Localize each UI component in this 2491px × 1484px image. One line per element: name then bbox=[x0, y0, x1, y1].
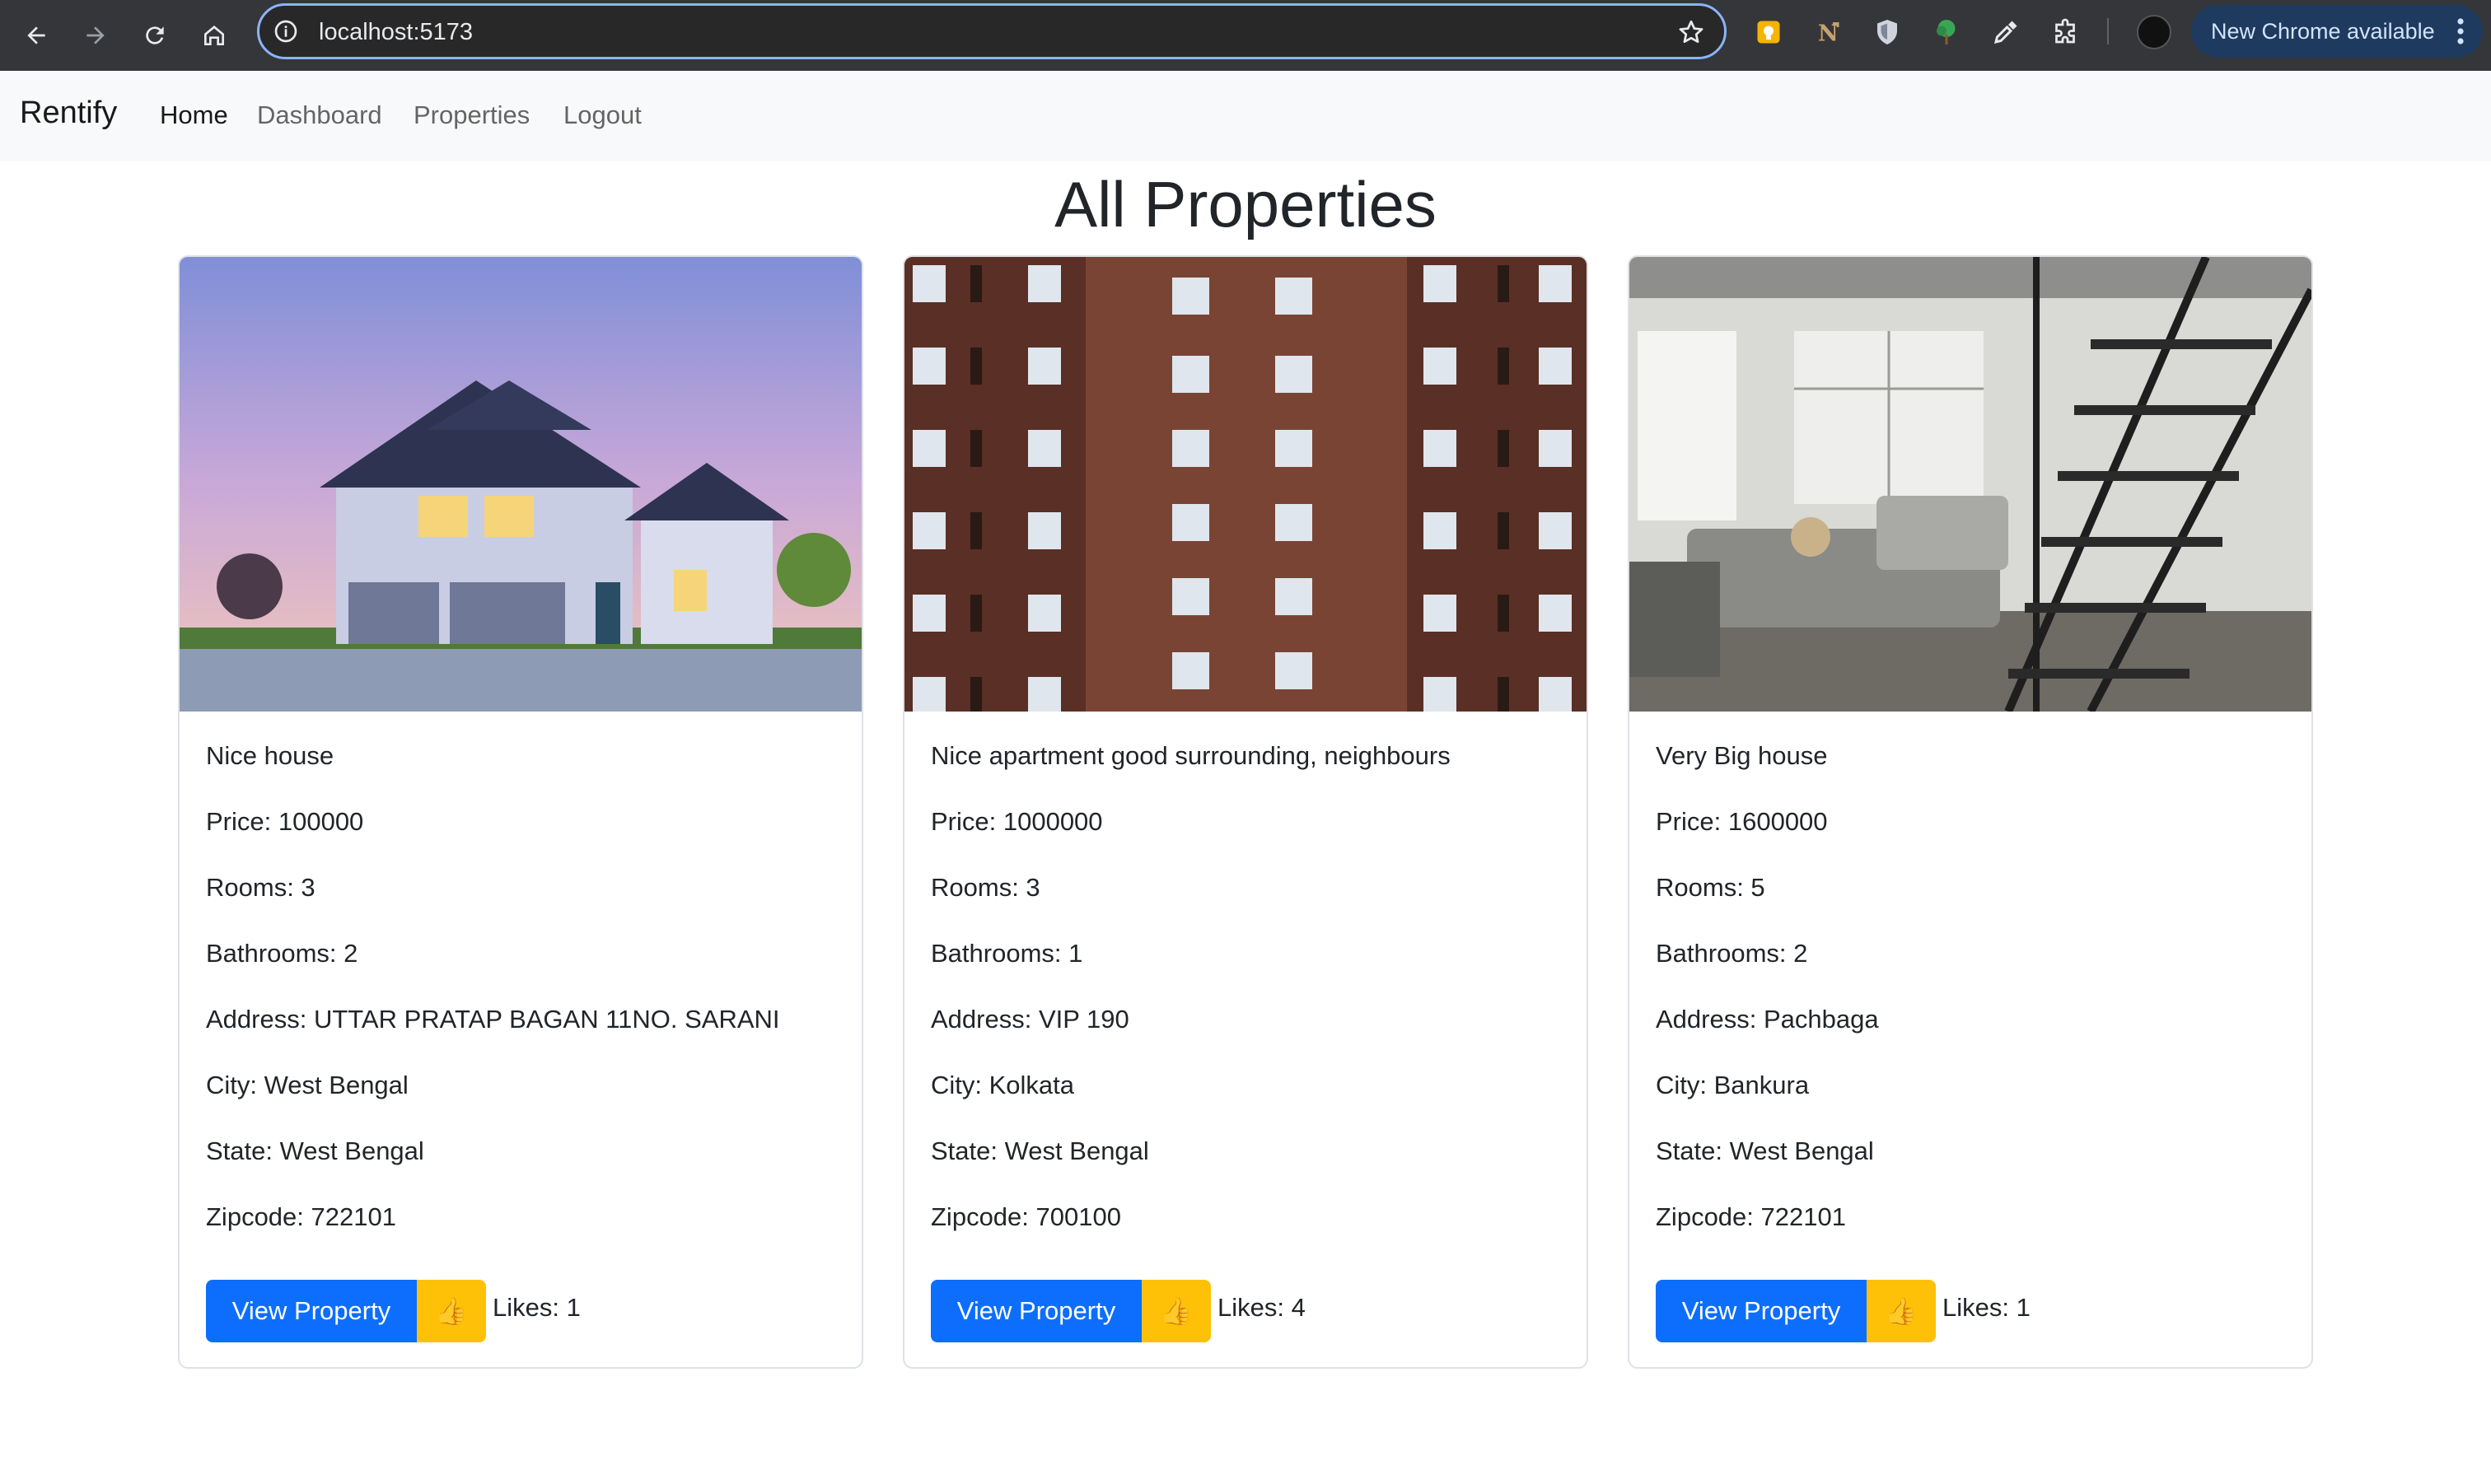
property-image-apartment bbox=[904, 257, 1587, 712]
property-bathrooms: Bathrooms: 1 bbox=[931, 939, 1083, 968]
property-card: Very Big house Price: 1600000 Rooms: 5 B… bbox=[1628, 255, 2313, 1369]
app-navbar: Rentify Home Dashboard Properties Logout bbox=[0, 71, 2491, 161]
nav-link-logout[interactable]: Logout bbox=[563, 100, 642, 130]
property-address: Address: VIP 190 bbox=[931, 1005, 1129, 1034]
property-city: City: Kolkata bbox=[931, 1071, 1075, 1099]
shield-extension-icon[interactable] bbox=[1872, 16, 1903, 48]
eyedropper-icon[interactable] bbox=[1990, 16, 2021, 48]
property-price: Price: 100000 bbox=[206, 807, 364, 836]
property-description: Nice apartment good surrounding, neighbo… bbox=[931, 741, 1451, 770]
nav-link-dashboard[interactable]: Dashboard bbox=[257, 100, 382, 130]
page-title: All Properties bbox=[1054, 168, 1437, 240]
property-rooms: Rooms: 5 bbox=[1656, 873, 1765, 902]
property-rooms: Rooms: 3 bbox=[206, 873, 315, 902]
property-state: State: West Bengal bbox=[1656, 1136, 1874, 1165]
reload-icon[interactable] bbox=[133, 14, 176, 57]
property-rooms: Rooms: 3 bbox=[931, 873, 1040, 902]
like-button[interactable]: 👍 bbox=[417, 1280, 486, 1342]
view-property-button[interactable]: View Property bbox=[931, 1280, 1142, 1342]
profile-avatar[interactable] bbox=[2137, 15, 2171, 49]
like-button[interactable]: 👍 bbox=[1867, 1280, 1936, 1342]
nav-link-properties[interactable]: Properties bbox=[414, 100, 530, 130]
brand-logo[interactable]: Rentify bbox=[20, 96, 117, 131]
property-card: Nice apartment good surrounding, neighbo… bbox=[903, 255, 1588, 1369]
property-bathrooms: Bathrooms: 2 bbox=[206, 939, 358, 968]
property-state: State: West Bengal bbox=[931, 1136, 1149, 1165]
keep-extension-icon[interactable] bbox=[1753, 16, 1784, 48]
property-description: Very Big house bbox=[1656, 741, 1828, 770]
view-property-button[interactable]: View Property bbox=[206, 1280, 417, 1342]
svg-text:N: N bbox=[1818, 21, 1839, 47]
nav-link-home[interactable]: Home bbox=[160, 100, 228, 130]
toolbar-separator bbox=[2107, 18, 2109, 44]
star-icon[interactable] bbox=[1676, 17, 1706, 47]
property-zipcode: Zipcode: 722101 bbox=[1656, 1202, 1846, 1231]
property-bathrooms: Bathrooms: 2 bbox=[1656, 939, 1808, 968]
tree-extension-icon[interactable] bbox=[1931, 16, 1962, 48]
view-property-button[interactable]: View Property bbox=[1656, 1280, 1867, 1342]
property-city: City: Bankura bbox=[1656, 1071, 1810, 1099]
extensions-puzzle-icon[interactable] bbox=[2049, 16, 2081, 48]
property-zipcode: Zipcode: 700100 bbox=[931, 1202, 1121, 1231]
forward-arrow-icon[interactable] bbox=[74, 14, 117, 57]
property-image-interior bbox=[1629, 257, 2311, 712]
property-state: State: West Bengal bbox=[206, 1136, 424, 1165]
new-chrome-available-button[interactable]: New Chrome available bbox=[2191, 5, 2483, 58]
browser-toolbar: localhost:5173 N New Chrome available bbox=[0, 0, 2491, 71]
back-arrow-icon[interactable] bbox=[15, 14, 58, 57]
info-icon[interactable] bbox=[273, 18, 299, 44]
menu-dots-icon[interactable] bbox=[2456, 16, 2465, 46]
thumbs-up-icon: 👍 bbox=[1885, 1296, 1918, 1326]
property-description: Nice house bbox=[206, 741, 334, 770]
thumbs-up-icon: 👍 bbox=[435, 1296, 468, 1326]
property-price: Price: 1000000 bbox=[931, 807, 1103, 836]
property-price: Price: 1600000 bbox=[1656, 807, 1828, 836]
property-address: Address: Pachbaga bbox=[1656, 1005, 1879, 1034]
likes-count: Likes: 1 bbox=[493, 1293, 581, 1322]
address-bar[interactable]: localhost:5173 bbox=[257, 3, 1727, 59]
url-text[interactable]: localhost:5173 bbox=[319, 19, 473, 45]
thumbs-up-icon: 👍 bbox=[1160, 1296, 1193, 1326]
likes-count: Likes: 4 bbox=[1217, 1293, 1306, 1322]
property-city: City: West Bengal bbox=[206, 1071, 409, 1099]
property-zipcode: Zipcode: 722101 bbox=[206, 1202, 396, 1231]
property-image-house bbox=[180, 257, 862, 712]
likes-count: Likes: 1 bbox=[1942, 1293, 2031, 1322]
property-address: Address: UTTAR PRATAP BAGAN 11NO. SARANI bbox=[206, 1005, 780, 1034]
home-icon[interactable] bbox=[193, 14, 236, 57]
like-button[interactable]: 👍 bbox=[1142, 1280, 1211, 1342]
property-card: Nice house Price: 100000 Rooms: 3 Bathro… bbox=[178, 255, 863, 1369]
update-label: New Chrome available bbox=[2211, 18, 2435, 44]
notion-extension-icon[interactable]: N bbox=[1812, 16, 1844, 48]
